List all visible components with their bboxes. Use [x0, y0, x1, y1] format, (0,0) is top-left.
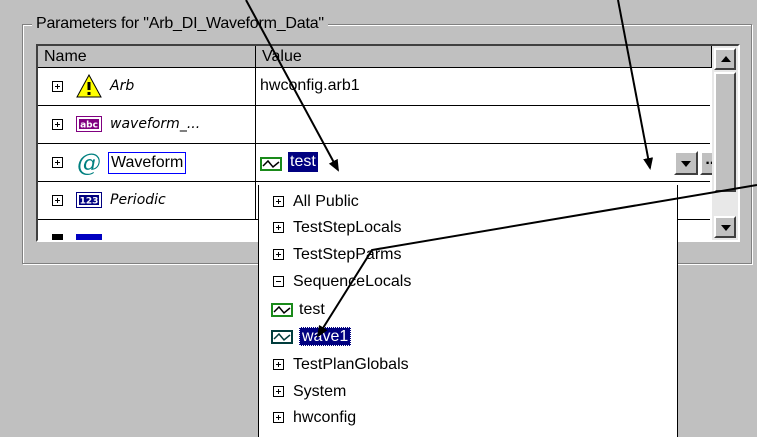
abc-icon: abc	[76, 116, 102, 132]
expand-plus-icon[interactable]	[273, 359, 284, 370]
grid-row-waveform[interactable]: @ Waveform test ...	[38, 144, 724, 182]
grid-vertical-scrollbar[interactable]	[712, 46, 738, 240]
expand-plus-icon[interactable]	[52, 234, 63, 240]
name-cell: Arb	[38, 68, 256, 105]
dropdown-item-sequencelocals[interactable]: SequenceLocals	[273, 269, 411, 295]
dropdown-item-teststepparms[interactable]: TestStepParms	[273, 242, 401, 268]
number-123-icon: 123	[76, 192, 102, 208]
parameters-group-title: Parameters for "Arb_DI_Waveform_Data"	[32, 14, 328, 34]
row-value-label: hwconfig.arb1	[260, 77, 360, 94]
value-cell[interactable]: test ...	[256, 144, 724, 181]
scroll-thumb[interactable]	[714, 72, 736, 192]
dropdown-item-label: TestStepLocals	[293, 219, 402, 236]
expand-plus-icon[interactable]	[273, 412, 284, 423]
dropdown-item-teststeplocals[interactable]: TestStepLocals	[273, 215, 402, 241]
dropdown-item-label: test	[299, 301, 325, 318]
dropdown-item-system[interactable]: System	[273, 379, 346, 405]
expand-plus-icon[interactable]	[273, 222, 284, 233]
dropdown-item-label: hwconfig	[293, 409, 357, 426]
dropdown-item-label-selected: wave1	[299, 327, 352, 346]
at-icon: @	[76, 149, 102, 177]
expand-plus-icon[interactable]	[52, 81, 63, 92]
waveform-icon	[271, 329, 293, 344]
row-icon-partial	[76, 234, 102, 240]
grid-row-arb[interactable]: Arb hwconfig.arb1	[38, 68, 710, 106]
dropdown-item-all-public[interactable]: All Public	[273, 189, 359, 215]
waveform-value-icon	[260, 155, 282, 173]
dropdown-arrow-button[interactable]	[674, 151, 698, 175]
name-cell: @ Waveform	[38, 144, 256, 181]
dropdown-item-label: SequenceLocals	[293, 273, 412, 290]
scroll-up-button[interactable]	[714, 48, 736, 70]
expand-plus-icon[interactable]	[273, 386, 284, 397]
name-cell: 123 Periodic	[38, 182, 256, 219]
collapse-minus-icon[interactable]	[273, 276, 284, 287]
expand-plus-icon[interactable]	[273, 249, 284, 260]
scroll-down-button[interactable]	[714, 216, 736, 238]
value-cell[interactable]: hwconfig.arb1	[256, 68, 710, 105]
dropdown-item-hwconfig[interactable]: hwconfig	[273, 405, 356, 431]
expand-plus-icon[interactable]	[52, 119, 63, 130]
expand-plus-icon[interactable]	[52, 195, 63, 206]
expand-plus-icon[interactable]	[52, 157, 63, 168]
svg-text:123: 123	[80, 197, 99, 207]
dropdown-item-wave1[interactable]: wave1	[271, 324, 352, 350]
column-header-name[interactable]: Name	[38, 46, 256, 68]
variable-dropdown-list[interactable]: All Public TestStepLocals TestStepParms …	[258, 185, 678, 437]
row-name-label: Waveform	[108, 152, 187, 174]
dropdown-item-label: TestStepParms	[293, 246, 402, 263]
warning-icon	[76, 73, 102, 98]
column-header-value[interactable]: Value	[256, 46, 712, 68]
name-cell: abc waveform_...	[38, 106, 256, 143]
value-cell[interactable]	[256, 106, 710, 143]
expand-plus-icon[interactable]	[273, 196, 284, 207]
parameters-group-title-text: Parameters for "Arb_DI_Waveform_Data"	[36, 15, 324, 32]
row-name-label: Arb	[110, 78, 135, 94]
dropdown-item-label: TestPlanGlobals	[293, 356, 409, 373]
waveform-value-input[interactable]: test	[288, 152, 318, 172]
grid-row-waveform-name[interactable]: abc waveform_...	[38, 106, 710, 144]
dropdown-item-test[interactable]: test	[271, 297, 325, 323]
row-name-label: Periodic	[110, 192, 166, 208]
dropdown-item-label: System	[293, 383, 347, 400]
svg-text:@: @	[77, 150, 101, 176]
dropdown-item-testplanglobals[interactable]: TestPlanGlobals	[273, 352, 409, 378]
row-name-label: waveform_...	[110, 116, 201, 132]
dropdown-item-label: All Public	[293, 193, 359, 210]
svg-text:abc: abc	[80, 121, 98, 131]
waveform-icon	[271, 302, 293, 317]
